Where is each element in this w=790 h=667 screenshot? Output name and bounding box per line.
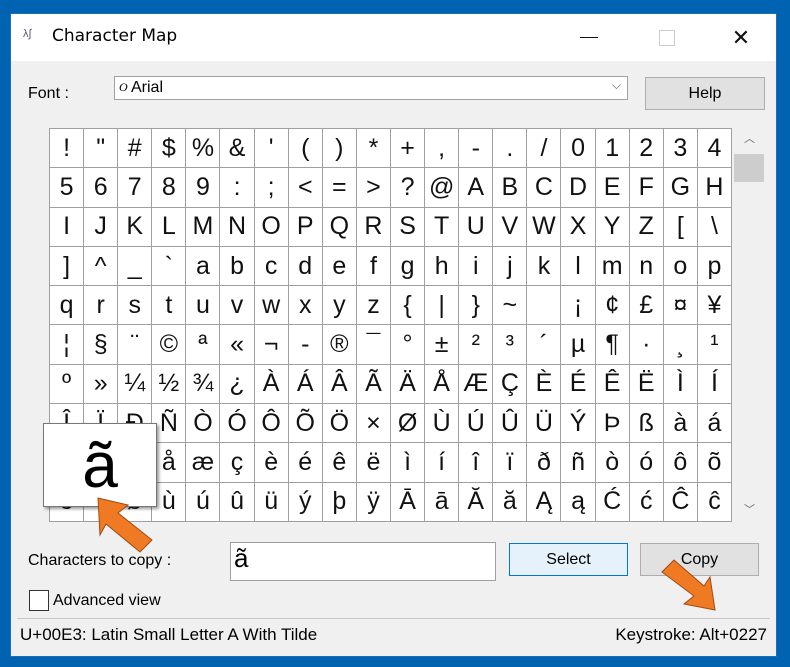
arrow-icon — [661, 559, 716, 611]
annotation-arrows — [97, 497, 716, 611]
arrow-icon — [97, 497, 153, 553]
